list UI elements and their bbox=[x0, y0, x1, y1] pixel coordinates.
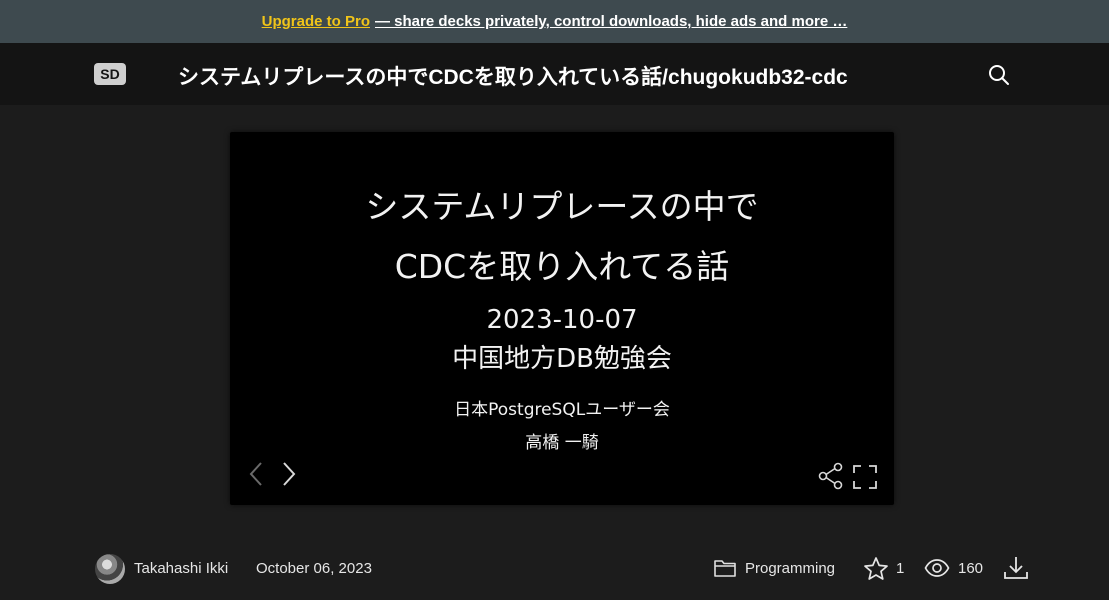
download-icon[interactable] bbox=[1003, 555, 1029, 581]
previous-slide-icon[interactable] bbox=[246, 460, 268, 488]
slide-title-line1: システムリプレースの中で bbox=[365, 187, 759, 226]
star-icon[interactable] bbox=[863, 556, 889, 582]
eye-icon bbox=[924, 559, 950, 577]
svg-text:SD: SD bbox=[100, 66, 119, 82]
slide-date: 2023-10-07 bbox=[486, 305, 638, 335]
star-count: 1 bbox=[896, 560, 905, 577]
slide-viewer[interactable]: システムリプレースの中で CDCを取り入れてる話 2023-10-07 中国地方… bbox=[230, 132, 894, 505]
share-icon[interactable] bbox=[818, 462, 844, 490]
upgrade-to-pro-link[interactable]: Upgrade to Pro bbox=[262, 13, 370, 30]
promo-features-link[interactable]: — share decks privately, control downloa… bbox=[375, 13, 847, 30]
category-link[interactable]: Programming bbox=[745, 560, 835, 577]
slide-title-line2: CDCを取り入れてる話 bbox=[394, 247, 730, 286]
view-count: 160 bbox=[958, 560, 984, 577]
slide-org: 日本PostgreSQLユーザー会 bbox=[454, 400, 670, 420]
speakerdeck-logo-icon[interactable]: SD bbox=[94, 63, 126, 85]
publish-date: October 06, 2023 bbox=[256, 560, 372, 577]
avatar[interactable] bbox=[95, 554, 125, 584]
folder-icon bbox=[714, 560, 736, 577]
promo-banner: Upgrade to Pro — share decks privately, … bbox=[0, 0, 1109, 43]
fullscreen-icon[interactable] bbox=[852, 464, 878, 490]
author-link[interactable]: Takahashi Ikki bbox=[134, 560, 228, 577]
search-icon[interactable] bbox=[986, 62, 1012, 88]
deck-title: システムリプレースの中でCDCを取り入れている話/chugokudb32-cdc bbox=[178, 66, 848, 89]
next-slide-icon[interactable] bbox=[278, 460, 300, 488]
slide-author: 高橋 一騎 bbox=[525, 433, 599, 453]
slide-event: 中国地方DB勉強会 bbox=[452, 344, 672, 374]
